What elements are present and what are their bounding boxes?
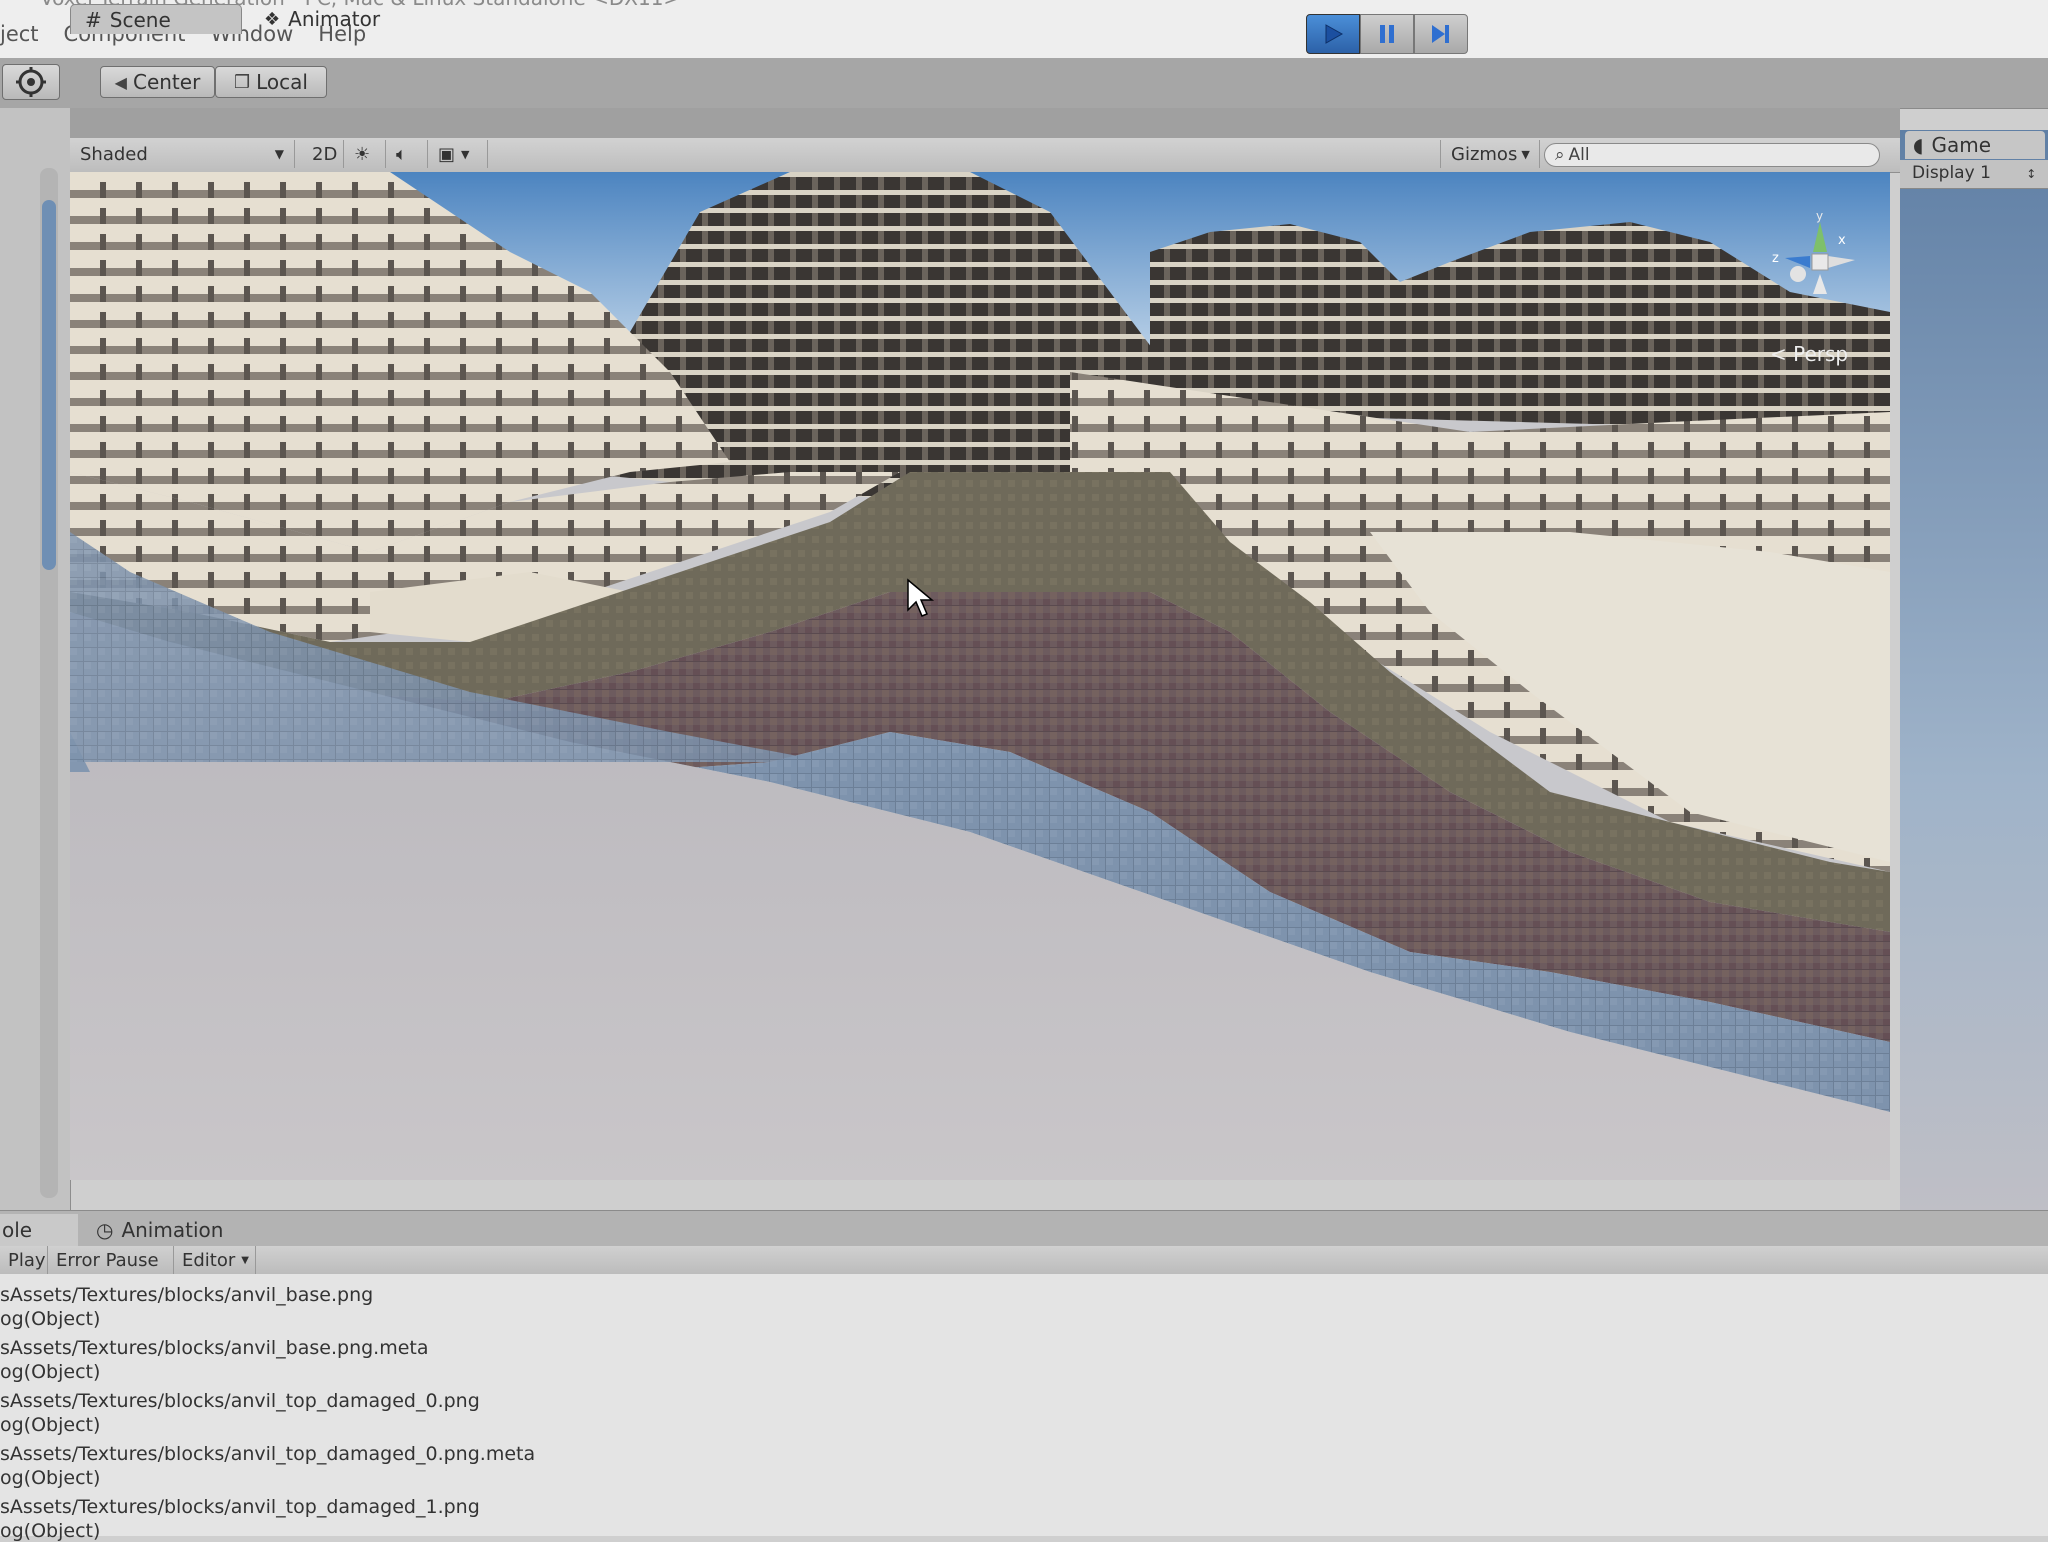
gizmo-axis-z-label: z [1772,251,1779,266]
hierarchy-panel-edge [0,108,71,1210]
speaker-icon: 🔈︎ [396,143,407,165]
projection-label[interactable]: < Persp [1770,342,1848,366]
scene-viewport[interactable]: y x z [70,172,1890,1180]
pivot-center-button[interactable]: ◀ Center [100,66,215,98]
log-entry-message: sAssets/Textures/blocks/anvil_top_damage… [0,1443,536,1465]
gizmos-dropdown[interactable]: Gizmos ▼ [1440,140,1540,168]
display-value: Display 1 [1912,163,1991,183]
play-icon [1325,24,1344,44]
scene-effects-button[interactable]: ▣ ▼ [428,140,488,168]
scene-audio-button[interactable]: 🔈︎ [386,140,428,168]
tab-scene-label: Scene [109,7,171,32]
log-entry-source: og(Object) [0,1414,101,1436]
search-icon: ⌕ [1555,145,1565,165]
log-entry[interactable]: sAssets/Textures/blocks/anvil_base.png.m… [0,1337,429,1383]
pause-icon [1380,25,1394,43]
tab-animator-label: Animator [288,7,381,31]
tab-game-label: Game [1931,133,1992,157]
tab-animation-label: Animation [121,1218,224,1242]
rect-tool-icon [16,67,46,97]
pivot-center-label: Center [132,70,201,94]
tab-console[interactable]: ole [0,1214,78,1246]
scene-toolbar: Shaded ▼ 2D ☀ 🔈︎ ▣ ▼ Gizmos ▼ ⌕ All [70,138,1900,173]
log-entry-message: sAssets/Textures/blocks/anvil_top_damage… [0,1496,480,1518]
log-entry-source: og(Object) [0,1520,101,1542]
chevron-updown-icon: ↕ [2026,167,2037,181]
tab-scene[interactable]: # Scene [70,4,242,34]
main-toolbar: ◀ Center ❒ Local [0,58,2048,109]
editor-dropdown[interactable]: Editor ▼ [174,1246,256,1274]
clock-icon: ◷ [96,1218,114,1242]
chevron-down-icon: ▼ [241,1254,249,1266]
sun-icon: ☀ [354,143,371,165]
gizmos-label: Gizmos [1451,143,1518,165]
log-entry[interactable]: sAssets/Textures/blocks/anvil_base.png o… [0,1284,373,1330]
pivot-icon: ◀ [114,72,127,92]
log-entry[interactable]: sAssets/Textures/blocks/anvil_top_damage… [0,1390,480,1436]
display-dropdown[interactable]: Display 1 ↕ [1912,163,2036,183]
error-pause-toggle[interactable]: Error Pause [48,1246,174,1274]
tab-animation[interactable]: ◷ Animation [96,1214,223,1246]
scene-grid-icon: # [85,7,102,32]
gizmo-axis-y-label: y [1816,212,1823,223]
scene-tabbar [70,108,1900,138]
tab-game[interactable]: ◖ Game [1905,131,2045,159]
bottom-tabbar [0,1210,2048,1247]
voxel-terrain-render [70,172,1890,1180]
tab-animator[interactable]: ❖ Animator [250,4,400,34]
shading-mode-value: Shaded [80,143,148,165]
clear-on-play-toggle[interactable]: Play [0,1246,48,1274]
cube-icon: ❒ [234,71,251,93]
log-entry-source: og(Object) [0,1308,101,1330]
step-icon [1432,25,1449,43]
hierarchy-scroll-thumb[interactable] [42,200,56,570]
chevron-down-icon: ▼ [274,147,284,161]
editor-label: Editor [182,1249,236,1271]
search-value: All [1568,145,1590,165]
log-entry[interactable]: sAssets/Textures/blocks/anvil_top_damage… [0,1443,535,1489]
toggle-2d-button[interactable]: 2D [302,140,344,168]
playback-controls [1306,14,1468,56]
log-entry-message: sAssets/Textures/blocks/anvil_top_damage… [0,1390,480,1412]
log-entry-message: sAssets/Textures/blocks/anvil_base.png [0,1284,374,1306]
transform-tools-button[interactable] [2,64,60,100]
hierarchy-search-input[interactable]: ⌕ All [1544,143,1880,167]
console-toolbar: Play Error Pause Editor ▼ [0,1246,2048,1275]
game-view[interactable] [1900,130,2048,1210]
animator-icon: ❖ [264,8,281,30]
console-log[interactable]: sAssets/Textures/blocks/anvil_base.png o… [0,1274,2048,1542]
log-entry-message: sAssets/Textures/blocks/anvil_base.png.m… [0,1337,429,1359]
image-icon: ▣ [438,143,456,165]
pause-button[interactable] [1360,14,1414,54]
scene-lighting-button[interactable]: ☀ [344,140,386,168]
pivot-local-button[interactable]: ❒ Local [215,66,327,98]
play-button[interactable] [1306,14,1360,54]
chevron-down-icon: ▼ [1521,147,1530,161]
menu-item-project[interactable]: ject [0,22,39,46]
log-entry[interactable]: sAssets/Textures/blocks/anvil_top_damage… [0,1496,480,1542]
shading-mode-dropdown[interactable]: Shaded ▼ [70,140,295,168]
chevron-down-icon: ▼ [461,147,470,161]
game-icon: ◖ [1913,133,1924,157]
gizmo-axis-x-label: x [1838,233,1846,248]
log-entry-source: og(Object) [0,1361,101,1383]
pivot-local-label: Local [256,70,308,94]
step-button[interactable] [1414,14,1468,54]
log-entry-source: og(Object) [0,1467,101,1489]
orientation-gizmo[interactable]: y x z [1740,212,1890,332]
